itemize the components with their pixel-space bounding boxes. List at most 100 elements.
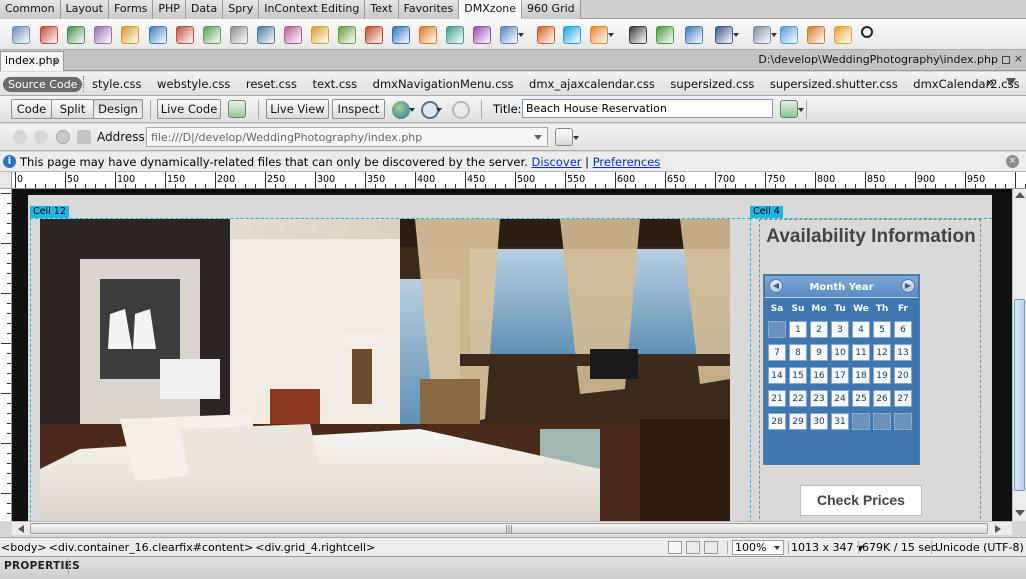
chart-icon[interactable] — [656, 26, 674, 44]
check-prices-button[interactable]: Check Prices — [800, 485, 922, 516]
more-files-icon[interactable]: » — [986, 76, 995, 90]
calendar-day[interactable]: 4 — [852, 321, 870, 338]
document-tab[interactable]: index.php × — [0, 51, 64, 71]
calendar-day[interactable]: 24 — [831, 390, 849, 407]
calendar-day[interactable]: 2 — [810, 321, 828, 338]
ajax-icon[interactable] — [780, 26, 798, 44]
refresh-icon[interactable] — [807, 26, 825, 44]
insert-tab-text[interactable]: Text — [365, 0, 399, 19]
zoom-dropdown-icon[interactable] — [774, 546, 780, 550]
preferences-link[interactable]: Preferences — [593, 155, 661, 169]
scroll-left-icon[interactable] — [18, 525, 24, 533]
calendar-day[interactable]: 3 — [831, 321, 849, 338]
discover-link[interactable]: Discover — [531, 155, 581, 169]
insert-tab-forms[interactable]: Forms — [108, 0, 154, 19]
live-code-button[interactable]: Live Code — [157, 99, 221, 119]
hand-tool-icon[interactable] — [686, 541, 700, 554]
calendar-day[interactable]: 18 — [852, 367, 870, 384]
server-side-include-icon[interactable] — [203, 26, 221, 44]
document-icon[interactable] — [753, 26, 771, 44]
calendar-day[interactable]: 6 — [894, 321, 912, 338]
image-viewer-icon[interactable] — [419, 26, 437, 44]
scroll-down-icon[interactable] — [1015, 510, 1025, 516]
live-view-options-icon[interactable] — [555, 128, 573, 146]
screen-icon[interactable] — [834, 26, 852, 44]
preview-in-browser-icon[interactable] — [392, 101, 410, 119]
calendar-day[interactable]: 11 — [852, 344, 870, 361]
source-code-button[interactable]: Source Code — [3, 77, 83, 92]
div-icon[interactable] — [284, 26, 302, 44]
zoom-select[interactable]: 100% — [732, 540, 784, 555]
template-icon[interactable] — [230, 26, 248, 44]
page-title-input[interactable] — [522, 99, 773, 118]
calendar-icon[interactable] — [537, 26, 555, 44]
insert-tab-favorites[interactable]: Favorites — [398, 0, 460, 19]
insert-tab-common[interactable]: Common — [0, 0, 61, 19]
visual-aids-dropdown-icon[interactable] — [436, 108, 442, 112]
calendar-day[interactable]: 15 — [789, 367, 807, 384]
vertical-ruler[interactable] — [0, 189, 12, 521]
calendar-day[interactable]: 16 — [810, 367, 828, 384]
vertical-scroll-thumb[interactable] — [1014, 299, 1025, 491]
filter-files-icon[interactable] — [1006, 78, 1016, 86]
live-view-options-dropdown-icon[interactable] — [573, 136, 579, 140]
email-link-icon[interactable] — [40, 26, 58, 44]
forward-icon[interactable] — [34, 130, 48, 144]
insert-tab-spry[interactable]: Spry — [223, 0, 260, 19]
calendar-day[interactable]: 21 — [768, 390, 786, 407]
calendar-day[interactable]: 12 — [873, 344, 891, 361]
select-tool-icon[interactable] — [668, 541, 682, 554]
related-file-webstyle-css[interactable]: webstyle.css — [157, 76, 230, 92]
calendar-day[interactable]: 25 — [852, 390, 870, 407]
form-icon[interactable] — [338, 26, 356, 44]
check-browser-compatibility-icon[interactable] — [228, 100, 246, 118]
calendar-day[interactable]: 28 — [768, 413, 786, 430]
calendar-day[interactable]: 30 — [810, 413, 828, 430]
related-file-dmx-ajaxcalendar-css[interactable]: dmx_ajaxcalendar.css — [529, 76, 655, 92]
address-dropdown-icon[interactable] — [534, 135, 542, 140]
horizontal-scrollbar[interactable]: ||| — [12, 521, 1012, 535]
insert-tab-960-grid[interactable]: 960 Grid — [522, 0, 581, 19]
live-view-button[interactable]: Live View — [266, 99, 329, 119]
twitter-icon[interactable] — [563, 26, 581, 44]
video-icon[interactable] — [629, 26, 647, 44]
address-input[interactable] — [146, 127, 548, 147]
related-file-supersized-css[interactable]: supersized.css — [670, 76, 754, 92]
tooltip-icon[interactable] — [473, 26, 491, 44]
calendar-day[interactable]: 1 — [789, 321, 807, 338]
insert-tab-incontext-editing[interactable]: InContext Editing — [259, 0, 366, 19]
calendar-day[interactable]: 22 — [789, 390, 807, 407]
horizontal-scroll-thumb[interactable]: ||| — [30, 523, 988, 534]
calendar-day[interactable]: 20 — [894, 367, 912, 384]
list-icon[interactable] — [365, 26, 383, 44]
flash-icon[interactable] — [392, 26, 410, 44]
calendar-day[interactable]: 29 — [789, 413, 807, 430]
preview-dropdown-icon[interactable] — [409, 108, 415, 112]
related-file-reset-css[interactable]: reset.css — [246, 76, 297, 92]
insert-tab-layout[interactable]: Layout — [60, 0, 109, 19]
design-view-button[interactable]: Design — [93, 99, 143, 119]
calendar-day[interactable]: 17 — [831, 367, 849, 384]
calendar-day[interactable]: 7 — [768, 344, 786, 361]
rss-icon[interactable] — [590, 26, 608, 44]
availability-calendar[interactable]: ◀ Month Year ▶ Sa Su Mo Tu We Th Fr 1 2 3 4 5 6 7 8 9 10… — [763, 274, 920, 465]
hyperlink-icon[interactable] — [12, 26, 30, 44]
audio-dropdown-icon[interactable] — [518, 33, 524, 37]
audio-icon[interactable] — [500, 26, 518, 44]
calendar-day[interactable]: 14 — [768, 367, 786, 384]
tag-selector-item[interactable]: <body> — [1, 541, 47, 554]
home-icon[interactable] — [77, 130, 91, 144]
window-size[interactable]: 1013 x 347 ▼ — [791, 541, 863, 554]
widget-icon[interactable] — [311, 26, 329, 44]
zoom-tool-icon[interactable] — [704, 541, 718, 554]
related-file-supersized-shutter-css[interactable]: supersized.shutter.css — [770, 76, 898, 92]
horizontal-ruler[interactable]: 0 50 100 150 200 250 300 350 400 450 500 550 600 650 7… — [12, 172, 1026, 189]
related-file-style-css[interactable]: style.css — [92, 76, 142, 92]
insert-tab-php[interactable]: PHP — [153, 0, 186, 19]
cell-12-tag[interactable]: Cell 12 — [30, 206, 69, 218]
related-file-dmxcalendar2-css[interactable]: dmxCalendar2.css — [913, 76, 1019, 92]
split-view-button[interactable]: Split — [51, 99, 94, 119]
close-info-bar-icon[interactable]: × — [1006, 155, 1019, 168]
cell-4-tag[interactable]: Cell 4 — [750, 206, 783, 218]
tag-chooser-icon[interactable] — [257, 26, 275, 44]
